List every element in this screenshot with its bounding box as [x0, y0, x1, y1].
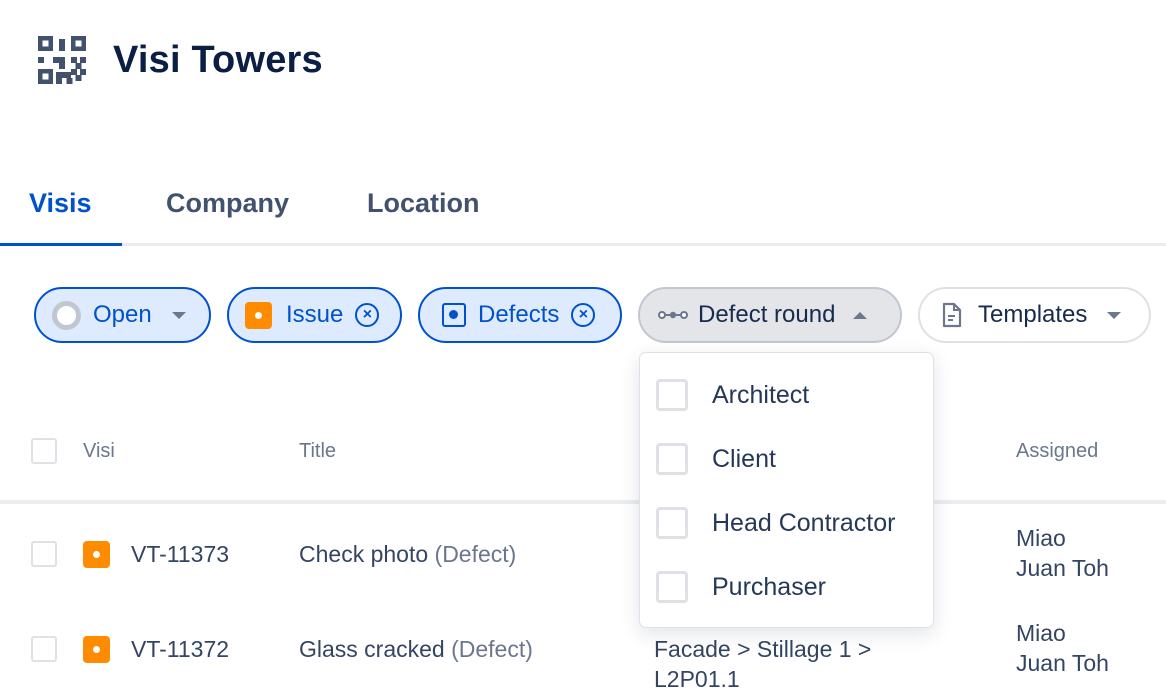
option-label: Purchaser	[712, 572, 826, 601]
project-title: Visi Towers	[113, 38, 323, 81]
workflow-icon	[658, 311, 688, 319]
option-checkbox[interactable]	[656, 507, 688, 539]
clear-type-filter-icon[interactable]: ×	[355, 303, 380, 327]
issue-icon	[245, 301, 272, 329]
status-circle-icon	[52, 300, 81, 330]
menu-option-purchaser[interactable]: Purchaser	[640, 555, 933, 619]
defect-round-filter-chip[interactable]: Defect round	[638, 287, 902, 343]
tab-location[interactable]: Location	[367, 188, 480, 219]
tab-bar: Visis Company Location	[0, 180, 1166, 246]
table-row[interactable]: VT-11372 Glass cracked (Defect) Facade >…	[0, 603, 1166, 696]
location-code: L2P01.1	[654, 666, 740, 692]
issue-icon	[83, 541, 110, 568]
status-filter-label: Open	[93, 301, 152, 328]
table-row[interactable]: VT-11373 Check photo (Defect) Miao Juan T…	[0, 508, 1166, 603]
column-header-visi[interactable]: Visi	[83, 440, 115, 463]
clear-category-filter-icon[interactable]: ×	[571, 303, 596, 327]
type-filter-chip[interactable]: Issue ×	[227, 287, 402, 343]
tab-company[interactable]: Company	[166, 188, 289, 219]
option-checkbox[interactable]	[656, 379, 688, 411]
option-label: Architect	[712, 380, 810, 409]
column-header-assigned[interactable]: Assigned	[1016, 440, 1098, 463]
column-header-title[interactable]: Title	[299, 440, 336, 463]
option-label: Client	[712, 444, 776, 473]
visi-title-text: Check photo	[299, 541, 429, 567]
templates-filter-chip[interactable]: Templates	[918, 287, 1151, 343]
menu-option-architect[interactable]: Architect	[640, 363, 933, 427]
select-all-checkbox[interactable]	[31, 438, 57, 464]
assigned-last-name: Juan Toh	[1016, 650, 1109, 676]
option-checkbox[interactable]	[656, 571, 688, 603]
category-filter-chip[interactable]: Defects ×	[418, 287, 622, 343]
status-filter-chip[interactable]: Open	[34, 287, 211, 343]
defects-icon	[442, 303, 466, 327]
option-label: Head Contractor	[712, 508, 896, 537]
assigned-first-name: Miao	[1016, 620, 1066, 646]
table-header: Visi Title Assigned	[0, 420, 1166, 504]
defect-round-menu: Architect Client Head Contractor Purchas…	[639, 352, 934, 628]
visi-title: Glass cracked (Defect)	[299, 634, 533, 664]
visi-id[interactable]: VT-11373	[131, 539, 229, 569]
templates-filter-label: Templates	[978, 301, 1088, 328]
issue-icon	[83, 636, 110, 663]
active-tab-indicator	[0, 243, 122, 246]
document-icon	[942, 302, 962, 328]
project-header: Visi Towers	[38, 36, 323, 84]
defect-round-filter-label: Defect round	[698, 301, 836, 328]
chevron-up-icon	[853, 311, 868, 319]
row-checkbox[interactable]	[31, 541, 57, 567]
visi-id[interactable]: VT-11372	[131, 634, 229, 664]
row-checkbox[interactable]	[31, 636, 57, 662]
location-path: Facade > Stillage 1 >	[654, 636, 872, 662]
menu-option-head-contractor[interactable]: Head Contractor	[640, 491, 933, 555]
assigned-last-name: Juan Toh	[1016, 555, 1109, 581]
visi-title-text: Glass cracked	[299, 636, 445, 662]
qr-code-icon	[38, 36, 86, 84]
assigned-cell: Miao Juan Toh	[1016, 618, 1109, 678]
assigned-cell: Miao Juan Toh	[1016, 523, 1109, 583]
category-filter-label: Defects	[478, 301, 560, 328]
type-filter-label: Issue	[286, 301, 344, 328]
visi-title: Check photo (Defect)	[299, 539, 516, 569]
chevron-down-icon	[171, 311, 186, 319]
visi-kind: (Defect)	[451, 636, 533, 662]
chevron-down-icon	[1107, 311, 1122, 319]
location-cell: Facade > Stillage 1 > L2P01.1	[654, 634, 871, 694]
assigned-first-name: Miao	[1016, 525, 1066, 551]
option-checkbox[interactable]	[656, 443, 688, 475]
menu-option-client[interactable]: Client	[640, 427, 933, 491]
tab-visis[interactable]: Visis	[29, 188, 92, 219]
visi-kind: (Defect)	[434, 541, 517, 567]
